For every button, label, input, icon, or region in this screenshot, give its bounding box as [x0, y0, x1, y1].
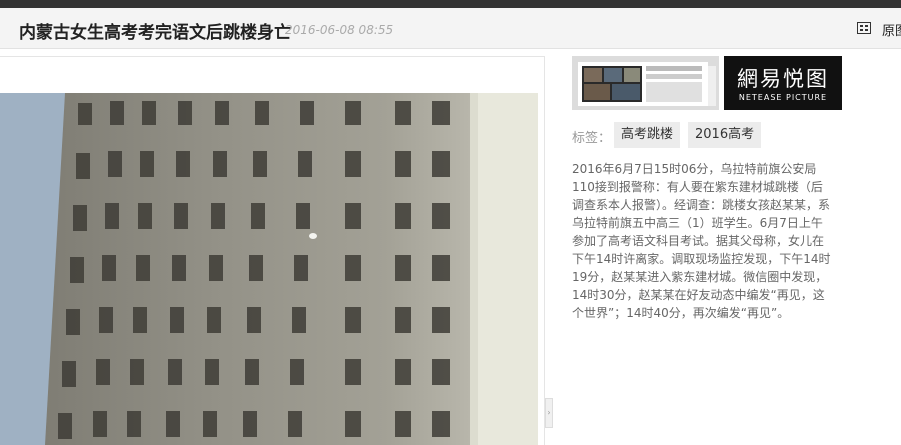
gallery-thumbnail[interactable] [572, 56, 719, 110]
logo-english-text: NETEASE PICTURE [738, 93, 828, 102]
photo-description: 2016年6月7日15时06分，乌拉特前旗公安局110接到报警称：有人要在紫东建… [572, 162, 831, 320]
page-header: 内蒙古女生高考考完语文后跳楼身亡 2016-06-08 08:55 原图 [0, 8, 901, 49]
netease-picture-logo[interactable]: 網易悦图 NETEASE PICTURE [724, 56, 842, 110]
tag-gaokao-jump[interactable]: 高考跳楼 [614, 122, 681, 148]
publish-date: 2016-06-08 08:55 [285, 23, 394, 37]
building-photo-illustration [0, 93, 538, 445]
original-image-link[interactable]: 原图 [882, 20, 901, 39]
grid-icon[interactable] [857, 22, 871, 34]
logo-chinese-text: 網易悦图 [737, 67, 829, 91]
thumbnail-illustration [572, 56, 719, 110]
collapse-sidebar-handle[interactable]: › [545, 398, 553, 428]
top-bar [0, 0, 901, 8]
page-title: 内蒙古女生高考考完语文后跳楼身亡 [19, 23, 291, 43]
main-photo[interactable] [0, 93, 538, 445]
tag-2016-gaokao[interactable]: 2016高考 [688, 122, 762, 148]
tags-label: 标签： [572, 131, 612, 146]
